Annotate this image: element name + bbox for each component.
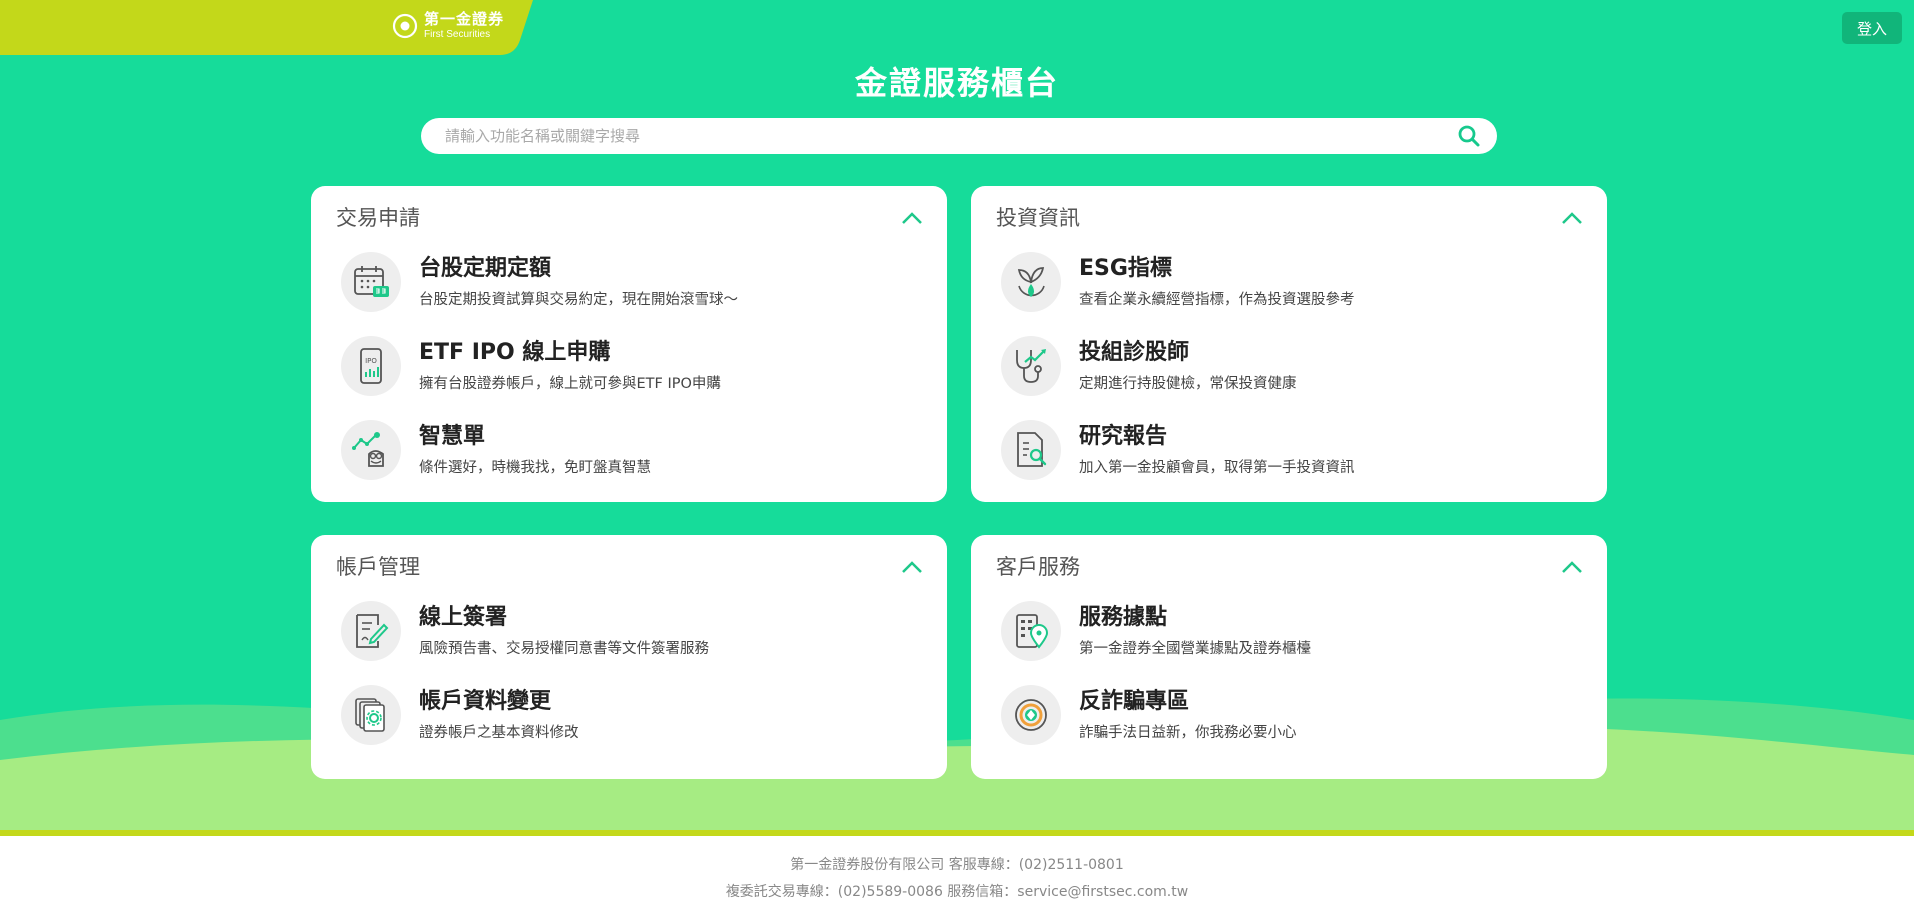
item-esg-indicator[interactable]: ESG指標 查看企業永續經營指標，作為投資選股參考 [1001,250,1561,320]
item-title: 研究報告 [1079,424,1168,449]
item-title: ETF IPO 線上申購 [419,340,611,365]
item-title: 台股定期定額 [419,256,552,281]
item-description: 風險預告書、交易授權同意書等文件簽署服務 [419,641,709,657]
footer-accent-line [0,830,1914,836]
item-description: 條件選好，時機我找，免盯盤真智慧 [419,460,651,476]
item-research-report[interactable]: 研究報告 加入第一金投顧會員，取得第一手投資資訊 [1001,418,1561,488]
item-online-signing[interactable]: 線上簽署 風險預告書、交易授權同意書等文件簽署服務 [341,599,901,669]
item-description: 第一金證券全國營業據點及證券櫃檯 [1079,641,1311,657]
chevron-up-icon[interactable] [899,206,925,232]
item-description: 定期進行持股健檢，常保投資健康 [1079,376,1297,392]
login-button[interactable]: 登入 [1842,12,1902,44]
chevron-up-icon[interactable] [1559,206,1585,232]
item-title: ESG指標 [1079,256,1172,281]
item-account-change[interactable]: 帳戶資料變更 證券帳戶之基本資料修改 [341,683,901,753]
item-description: 擁有台股證券帳戶，線上就可參與ETF IPO申購 [419,376,721,392]
search-bar [421,118,1497,154]
svg-text:IPO: IPO [365,357,377,365]
location-building-icon [1001,601,1061,661]
ipo-phone-icon: IPO [341,336,401,396]
stethoscope-icon [1001,336,1061,396]
first-securities-logo-icon [392,13,418,39]
card-investment-info: 投資資訊 ESG指標 查看企業永續經營指標，作為投資選股參考 投組診股師 定期進… [971,186,1607,502]
search-input[interactable] [445,127,1425,145]
item-etf-ipo[interactable]: IPO ETF IPO 線上申購 擁有台股證券帳戶，線上就可參與ETF IPO申… [341,334,901,404]
esg-leaf-icon [1001,252,1061,312]
card-title: 投資資訊 [996,206,1080,230]
footer-company-hotline: 第一金證券股份有限公司 客服專線：(02)2511-0801 [790,857,1124,873]
card-account-management: 帳戶管理 線上簽署 風險預告書、交易授權同意書等文件簽署服務 帳戶資料變更 證券… [311,535,947,779]
chevron-up-icon[interactable] [1559,555,1585,581]
item-title: 線上簽署 [419,605,508,630]
item-description: 詐騙手法日益新，你我務必要小心 [1079,725,1297,741]
item-anti-fraud[interactable]: 反詐騙專區 詐騙手法日益新，你我務必要小心 [1001,683,1561,753]
item-description: 加入第一金投顧會員，取得第一手投資資訊 [1079,460,1355,476]
item-title: 投組診股師 [1079,340,1190,365]
item-regular-investment[interactable]: 台股定期定額 台股定期投資試算與交易約定，現在開始滾雪球～ [341,250,901,320]
search-icon[interactable] [1457,124,1481,148]
owl-chart-icon [341,420,401,480]
logo-tab: 第一金證券 First Securities [0,0,535,56]
item-title: 帳戶資料變更 [419,689,552,714]
report-search-icon [1001,420,1061,480]
calendar-icon [341,252,401,312]
item-portfolio-doctor[interactable]: 投組診股師 定期進行持股健檢，常保投資健康 [1001,334,1561,404]
logo-english-name: First Securities [424,29,491,40]
card-trading-application: 交易申請 台股定期定額 台股定期投資試算與交易約定，現在開始滾雪球～ IPO E… [311,186,947,502]
item-description: 查看企業永續經營指標，作為投資選股參考 [1079,292,1355,308]
sign-document-icon [341,601,401,661]
item-service-locations[interactable]: 服務據點 第一金證券全國營業據點及證券櫃檯 [1001,599,1561,669]
page-title: 金證服務櫃台 [854,64,1059,102]
item-title: 反詐騙專區 [1079,689,1190,714]
item-smart-order[interactable]: 智慧單 條件選好，時機我找，免盯盤真智慧 [341,418,901,488]
chevron-up-icon[interactable] [899,555,925,581]
card-customer-service: 客戶服務 服務據點 第一金證券全國營業據點及證券櫃檯 反詐騙專區 詐騙手法日益新… [971,535,1607,779]
footer-contact-email: 複委託交易專線：(02)5589-0086 服務信箱：service@first… [725,884,1189,900]
item-title: 智慧單 [419,424,486,449]
card-title: 帳戶管理 [336,555,420,579]
card-title: 客戶服務 [996,555,1080,579]
item-description: 台股定期投資試算與交易約定，現在開始滾雪球～ [419,292,738,308]
anti-fraud-icon [1001,685,1061,745]
account-settings-icon [341,685,401,745]
footer: 第一金證券股份有限公司 客服專線：(02)2511-0801 複委託交易專線：(… [0,852,1914,906]
item-title: 服務據點 [1079,605,1168,630]
logo-chinese-name: 第一金證券 [424,10,505,28]
wave-decoration [0,698,1914,833]
card-title: 交易申請 [336,206,420,230]
item-description: 證券帳戶之基本資料修改 [419,725,579,741]
brand-logo[interactable]: 第一金證券 First Securities [392,12,504,40]
